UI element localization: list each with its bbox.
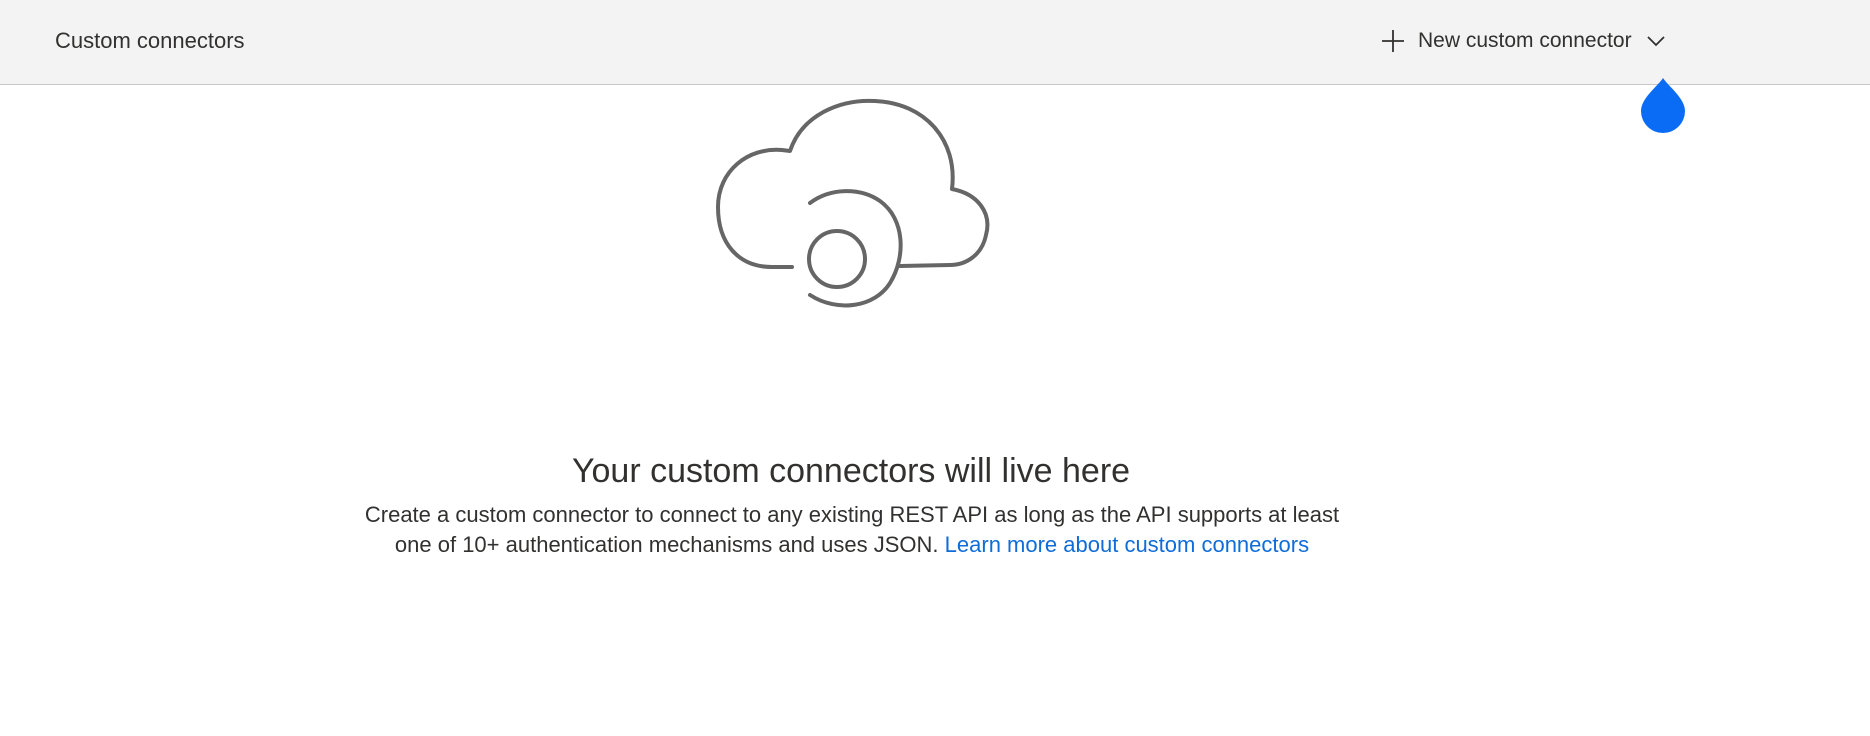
empty-state-description: Create a custom connector to connect to …	[352, 500, 1352, 560]
cursor-pointer-indicator	[1641, 78, 1685, 133]
new-custom-connector-button[interactable]: New custom connector	[1380, 22, 1666, 60]
learn-more-link[interactable]: Learn more about custom connectors	[945, 532, 1309, 557]
page-title: Custom connectors	[55, 28, 245, 53]
plus-icon	[1382, 30, 1404, 52]
new-custom-connector-label: New custom connector	[1418, 29, 1632, 52]
chevron-down-icon[interactable]	[1646, 31, 1666, 51]
command-bar: Custom connectors New custom connector	[0, 0, 1870, 85]
empty-state-heading: Your custom connectors will live here	[571, 452, 1131, 490]
cloud-connector-icon	[716, 98, 990, 308]
